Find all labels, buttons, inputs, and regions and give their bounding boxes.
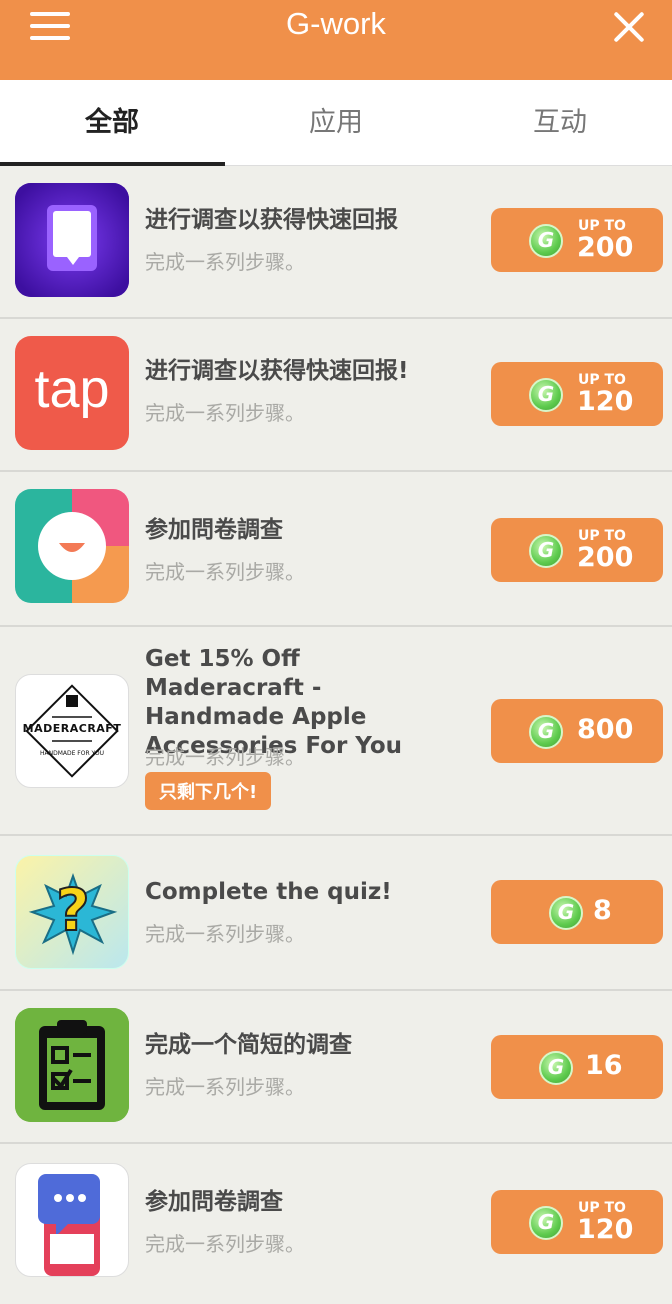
offer-subtitle: 完成一系列步骤。 bbox=[145, 922, 305, 946]
reward-button[interactable]: G UP TO 200 bbox=[491, 208, 663, 272]
offer-row[interactable]: 进行调查以获得快速回报 完成一系列步骤。 G UP TO 200 bbox=[0, 166, 672, 319]
survey-phone-app-icon bbox=[15, 1163, 129, 1277]
maderacraft-app-icon: MADERACRAFT HANDMADE FOR YOU bbox=[15, 674, 129, 788]
offer-title: Complete the quiz! bbox=[145, 879, 392, 905]
reward-button[interactable]: G 8 bbox=[491, 880, 663, 944]
g-coin-icon: G bbox=[529, 715, 563, 749]
g-coin-icon: G bbox=[529, 1206, 563, 1240]
offer-row[interactable]: MADERACRAFT HANDMADE FOR YOU Get 15% Off… bbox=[0, 627, 672, 836]
top-bar: G-work bbox=[0, 0, 672, 80]
offer-row[interactable]: tap 进行调查以获得快速回报! 完成一系列步骤。 G UP TO 120 bbox=[0, 319, 672, 472]
app-title: G-work bbox=[286, 6, 386, 41]
offer-row[interactable]: ? Complete the quiz! 完成一系列步骤。 G 8 bbox=[0, 836, 672, 991]
survey-app-icon bbox=[15, 183, 129, 297]
tab-all[interactable]: 全部 bbox=[0, 80, 225, 166]
offer-subtitle: 完成一系列步骤。 bbox=[145, 401, 305, 425]
tab-apps[interactable]: 应用 bbox=[224, 80, 448, 166]
reward-button[interactable]: G UP TO 200 bbox=[491, 518, 663, 582]
g-coin-icon: G bbox=[529, 534, 563, 568]
reward-amount: 200 bbox=[577, 542, 634, 573]
reward-amount: 120 bbox=[577, 386, 634, 417]
offer-list: 进行调查以获得快速回报 完成一系列步骤。 G UP TO 200 tap 进行调… bbox=[0, 166, 672, 1304]
tap-logo-text: tap bbox=[34, 359, 110, 419]
checklist-app-icon bbox=[15, 1008, 129, 1122]
reward-amount: 16 bbox=[585, 1050, 623, 1081]
limited-badge: 只剩下几个! bbox=[145, 772, 272, 810]
maderacraft-logo-subtext: HANDMADE FOR YOU bbox=[39, 750, 105, 757]
reward-button[interactable]: G 800 bbox=[491, 699, 663, 763]
reward-amount: 800 bbox=[577, 714, 634, 745]
offer-title: 完成一个简短的调查 bbox=[145, 1032, 352, 1058]
offer-subtitle: 完成一系列步骤。 bbox=[145, 250, 305, 274]
smile-app-icon bbox=[15, 489, 129, 603]
g-coin-icon: G bbox=[529, 224, 563, 258]
close-icon[interactable] bbox=[612, 10, 646, 44]
reward-amount: 8 bbox=[593, 895, 612, 926]
reward-button[interactable]: G UP TO 120 bbox=[491, 1190, 663, 1254]
offer-title: 进行调查以获得快速回报! bbox=[145, 358, 409, 384]
tab-bar: 全部 应用 互动 bbox=[0, 80, 672, 166]
reward-amount: 200 bbox=[577, 232, 634, 263]
offer-subtitle: 完成一系列步骤。 bbox=[145, 1232, 305, 1256]
offer-subtitle: 完成一系列步骤。 bbox=[145, 745, 305, 769]
offer-title: 参加問卷調查 bbox=[145, 1189, 283, 1215]
offer-subtitle: 完成一系列步骤。 bbox=[145, 560, 305, 584]
maderacraft-logo-text: MADERACRAFT bbox=[22, 722, 122, 735]
offer-row[interactable]: 完成一个简短的调查 完成一系列步骤。 G 16 bbox=[0, 991, 672, 1144]
offer-row[interactable]: 参加問卷調查 完成一系列步骤。 G UP TO 120 bbox=[0, 1144, 672, 1304]
quiz-app-icon: ? bbox=[15, 855, 129, 969]
g-coin-icon: G bbox=[539, 1051, 573, 1085]
g-coin-icon: G bbox=[529, 378, 563, 412]
reward-button[interactable]: G 16 bbox=[491, 1035, 663, 1099]
tab-interactive[interactable]: 互动 bbox=[448, 80, 672, 166]
offer-subtitle: 完成一系列步骤。 bbox=[145, 1075, 305, 1099]
reward-button[interactable]: G UP TO 120 bbox=[491, 362, 663, 426]
svg-text:?: ? bbox=[56, 876, 90, 944]
tap-app-icon: tap bbox=[15, 336, 129, 450]
offer-title: 参加問卷調查 bbox=[145, 517, 283, 543]
g-coin-icon: G bbox=[549, 896, 583, 930]
reward-amount: 120 bbox=[577, 1214, 634, 1245]
offer-title: 进行调查以获得快速回报 bbox=[145, 207, 398, 233]
offer-row[interactable]: 参加問卷調查 完成一系列步骤。 G UP TO 200 bbox=[0, 472, 672, 627]
